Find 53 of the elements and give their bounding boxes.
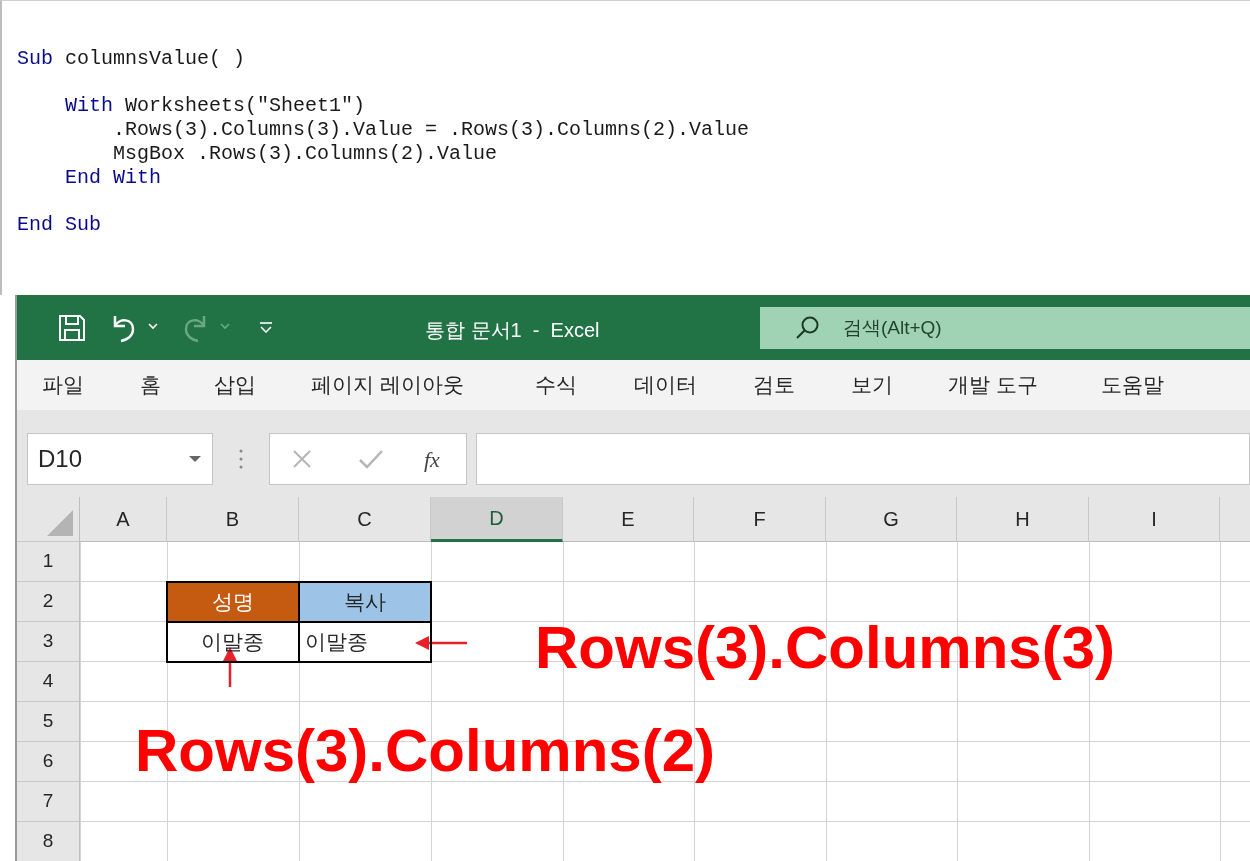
caret-icon[interactable]: [148, 323, 158, 330]
column-header[interactable]: A: [80, 497, 167, 542]
arrow-icon: [415, 636, 469, 650]
column-header[interactable]: G: [826, 497, 957, 542]
ribbon-tab[interactable]: 도움말: [1101, 369, 1164, 401]
caret-icon: [220, 323, 230, 330]
window-title: 통합 문서1 - Excel: [425, 318, 600, 343]
insert-function-button[interactable]: fx: [424, 442, 440, 476]
code-line: Sub columnsValue( ): [17, 47, 246, 71]
column-header[interactable]: E: [563, 497, 694, 542]
annotation-label: Rows(3).Columns(2): [135, 721, 716, 781]
code-line: MsgBox .Rows(3).Columns(2).Value: [112, 142, 498, 166]
customize-menu-icon[interactable]: [259, 321, 273, 333]
ribbon-tab[interactable]: 페이지 레이아웃: [311, 369, 464, 401]
ribbon-tab[interactable]: 보기: [851, 369, 893, 401]
row-header[interactable]: 2: [17, 582, 80, 622]
column-header[interactable]: I: [1089, 497, 1220, 542]
column-header[interactable]: B: [167, 497, 299, 542]
formula-input[interactable]: [476, 433, 1250, 485]
search-field[interactable]: 검색(Alt+Q): [760, 307, 1250, 349]
check-icon[interactable]: [358, 449, 384, 469]
ribbon-tab[interactable]: 파일: [42, 369, 84, 401]
code-line: With Worksheets("Sheet1"): [64, 94, 366, 118]
ribbon-tab[interactable]: 검토: [753, 369, 795, 401]
table-cell: 이말종: [299, 622, 431, 662]
column-header[interactable]: H: [957, 497, 1089, 542]
grip-icon: [239, 448, 243, 470]
ribbon-tab[interactable]: 개발 도구: [948, 369, 1038, 401]
column-header[interactable]: F: [694, 497, 826, 542]
name-box[interactable]: D10: [27, 433, 213, 485]
save-icon[interactable]: [57, 313, 87, 343]
row-header[interactable]: 6: [17, 742, 80, 782]
code-line: End Sub: [17, 213, 101, 237]
ribbon-tab[interactable]: 데이터: [634, 369, 697, 401]
row-header[interactable]: 1: [17, 542, 80, 582]
ribbon-tab[interactable]: 홈: [140, 369, 161, 401]
table-cell: 성명: [167, 582, 299, 622]
table-cell: 이말종: [167, 622, 299, 662]
ribbon-tab[interactable]: 삽입: [214, 369, 256, 401]
column-header[interactable]: C: [299, 497, 431, 542]
row-header[interactable]: 4: [17, 662, 80, 702]
dropdown-caret-icon[interactable]: [188, 455, 202, 463]
code-line: End With: [64, 166, 162, 190]
row-header[interactable]: 8: [17, 822, 80, 861]
row-header[interactable]: 5: [17, 702, 80, 742]
code-line: .Rows(3).Columns(3).Value = .Rows(3).Columns(2).Value: [112, 118, 750, 142]
annotation-label: Rows(3).Columns(3): [535, 618, 1116, 678]
row-header[interactable]: 7: [17, 782, 80, 822]
ribbon-tab[interactable]: 수식: [535, 369, 577, 401]
search-icon: [795, 315, 821, 341]
table-cell: 복사: [299, 582, 431, 622]
column-header[interactable]: D: [431, 497, 563, 542]
row-header[interactable]: 3: [17, 622, 80, 662]
